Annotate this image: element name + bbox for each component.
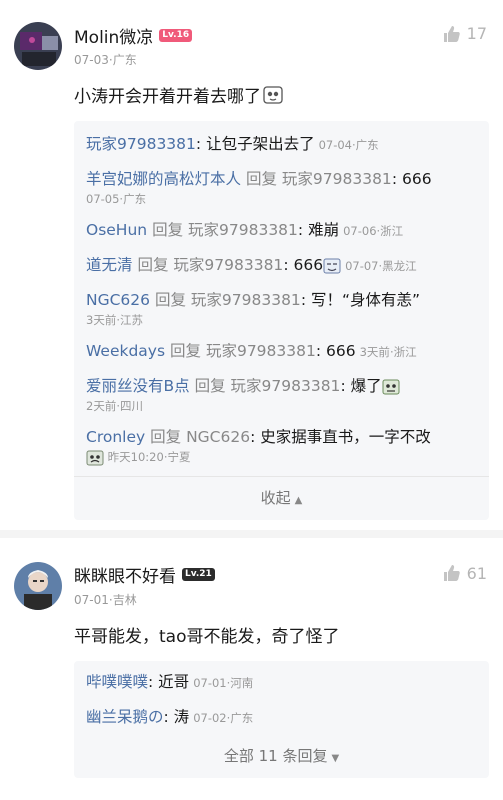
reply-text: 666 [293, 256, 324, 274]
reply-word: 回复 [245, 170, 277, 188]
like-count: 17 [466, 24, 487, 43]
username[interactable]: 眯眯眼不好看 [74, 562, 176, 587]
reply-item[interactable]: 玩家97983381: 让包子架出去了 07-04·广东 [86, 127, 477, 162]
comment-date: 07-03 [74, 53, 109, 67]
reply-text: 写！“身体有恙” [310, 291, 421, 309]
reply-item[interactable]: Cronley 回复 NGC626: 史家据事直书，一字不改 昨天10:20·宁… [86, 420, 477, 472]
emoji-icon [382, 379, 400, 394]
reply-meta: 07-05·广东 [86, 192, 147, 206]
reply-item[interactable]: 哔噗噗噗: 近哥 07-01·河南 [86, 665, 477, 700]
reply-meta: 昨天10:20·宁夏 [86, 449, 477, 466]
reply-author[interactable]: OseHun [86, 221, 147, 239]
caret-up-icon: ▲ [294, 494, 303, 506]
reply-text: 涛 [173, 707, 190, 726]
reply-target[interactable]: 玩家97983381 [173, 256, 283, 274]
reply-target[interactable]: 玩家97983381 [191, 291, 301, 309]
reply-word: 回复 [150, 428, 182, 446]
reply-target[interactable]: 玩家97983381 [231, 377, 341, 395]
reply-item[interactable]: 幽兰呆鹅の: 涛 07-02·广东 [86, 700, 477, 735]
comment-card: Molin微凉 Lv.16 07-03·广东 17 小涛开会开着开着去哪了 玩家… [0, 0, 503, 530]
reply-author[interactable]: 哔噗噗噗 [86, 673, 148, 691]
reply-meta: 2天前·四川 [86, 399, 143, 413]
reply-item[interactable]: 道无清 回复 玩家97983381: 666 07-07·黑龙江 [86, 248, 477, 283]
emoji-icon [323, 258, 341, 273]
reply-item[interactable]: 爱丽丝没有B点 回复 玩家97983381: 爆了 2天前·四川 [86, 369, 477, 420]
reply-list: 哔噗噗噗: 近哥 07-01·河南 幽兰呆鹅の: 涛 07-02·广东 全部 11 … [74, 660, 489, 778]
reply-author[interactable]: 爱丽丝没有B点 [86, 377, 190, 395]
reply-target[interactable]: NGC626 [186, 428, 250, 446]
reply-text: 让包子架出去了 [206, 135, 315, 153]
like-count: 61 [466, 563, 487, 583]
reply-target[interactable]: 玩家97983381 [206, 342, 316, 360]
comment-card: 眯眯眼不好看 Lv.21 07-01·吉林 61 平哥能发，tao哥不能发，奇了… [0, 529, 503, 788]
thumbs-up-icon [443, 565, 460, 581]
reply-meta: 3天前·浙江 [359, 345, 417, 359]
username[interactable]: Molin微凉 [74, 23, 153, 48]
reply-word: 回复 [152, 221, 184, 239]
level-badge: Lv.21 [182, 568, 215, 581]
reply-meta: 07-06·浙江 [343, 224, 404, 238]
reply-list: 玩家97983381: 让包子架出去了 07-04·广东 羊宫妃娜的高松灯本人 回… [74, 121, 489, 520]
thumbs-up-icon [443, 25, 460, 42]
caret-down-icon: ▼ [331, 752, 340, 764]
reply-author[interactable]: NGC626 [86, 291, 150, 309]
comment-date: 07-01 [74, 592, 109, 607]
reply-meta: 07-04·广东 [318, 138, 379, 152]
reply-word: 回复 [137, 256, 169, 274]
reply-item[interactable]: OseHun 回复 玩家97983381: 难崩 07-06·浙江 [86, 213, 477, 248]
avatar[interactable] [14, 561, 62, 610]
comment-meta: 07-03·广东 [74, 53, 137, 67]
reply-author[interactable]: 道无清 [86, 256, 133, 274]
emoji-icon [263, 85, 283, 104]
like-button[interactable]: 17 [443, 24, 487, 43]
reply-meta: 3天前·江苏 [86, 313, 143, 327]
reply-author[interactable]: Weekdays [86, 342, 165, 360]
reply-meta: 07-01·河南 [193, 675, 254, 690]
avatar[interactable] [14, 22, 62, 70]
reply-author[interactable]: 羊宫妃娜的高松灯本人 [86, 170, 241, 188]
reply-text: 史家据事直书，一字不改 [260, 428, 431, 446]
reply-text: 近哥 [158, 672, 190, 691]
all-replies-button[interactable]: 全部 11 条回复 ▼ [86, 735, 477, 778]
reply-word: 回复 [170, 342, 202, 360]
reply-item[interactable]: Weekdays 回复 玩家97983381: 666 3天前·浙江 [86, 334, 477, 369]
comment-location: 广东 [112, 53, 137, 67]
reply-text: 难崩 [308, 221, 340, 239]
level-badge: Lv.16 [159, 28, 193, 42]
reply-word: 回复 [194, 377, 226, 395]
collapse-button[interactable]: 收起 ▲ [74, 475, 489, 520]
reply-word: 回复 [154, 291, 186, 309]
reply-meta: 07-07·黑龙江 [345, 259, 417, 273]
reply-target[interactable]: 玩家97983381 [282, 170, 392, 188]
reply-item[interactable]: 羊宫妃娜的高松灯本人 回复 玩家97983381: 666 07-05·广东 [86, 162, 477, 213]
comment-meta: 07-01·吉林 [74, 592, 137, 607]
reply-author[interactable]: 玩家97983381 [86, 135, 196, 153]
reply-target[interactable]: 玩家97983381 [188, 221, 298, 239]
reply-author[interactable]: Cronley [86, 428, 145, 446]
reply-text: 666 [401, 170, 432, 188]
comment-text: 小涛开会开着开着去哪了 [74, 82, 489, 107]
reply-text: 爆了 [350, 377, 382, 395]
reply-text: 666 [326, 342, 356, 360]
like-button[interactable]: 61 [443, 564, 487, 583]
reply-author[interactable]: 幽兰呆鹅の [86, 708, 164, 726]
reply-meta: 07-02·广东 [193, 710, 254, 725]
comment-text: 平哥能发，tao哥不能发，奇了怪了 [74, 626, 340, 647]
emoji-icon [86, 450, 104, 465]
comment-location: 吉林 [112, 592, 137, 607]
reply-item[interactable]: NGC626 回复 玩家97983381: 写！“身体有恙” 3天前·江苏 [86, 283, 477, 334]
